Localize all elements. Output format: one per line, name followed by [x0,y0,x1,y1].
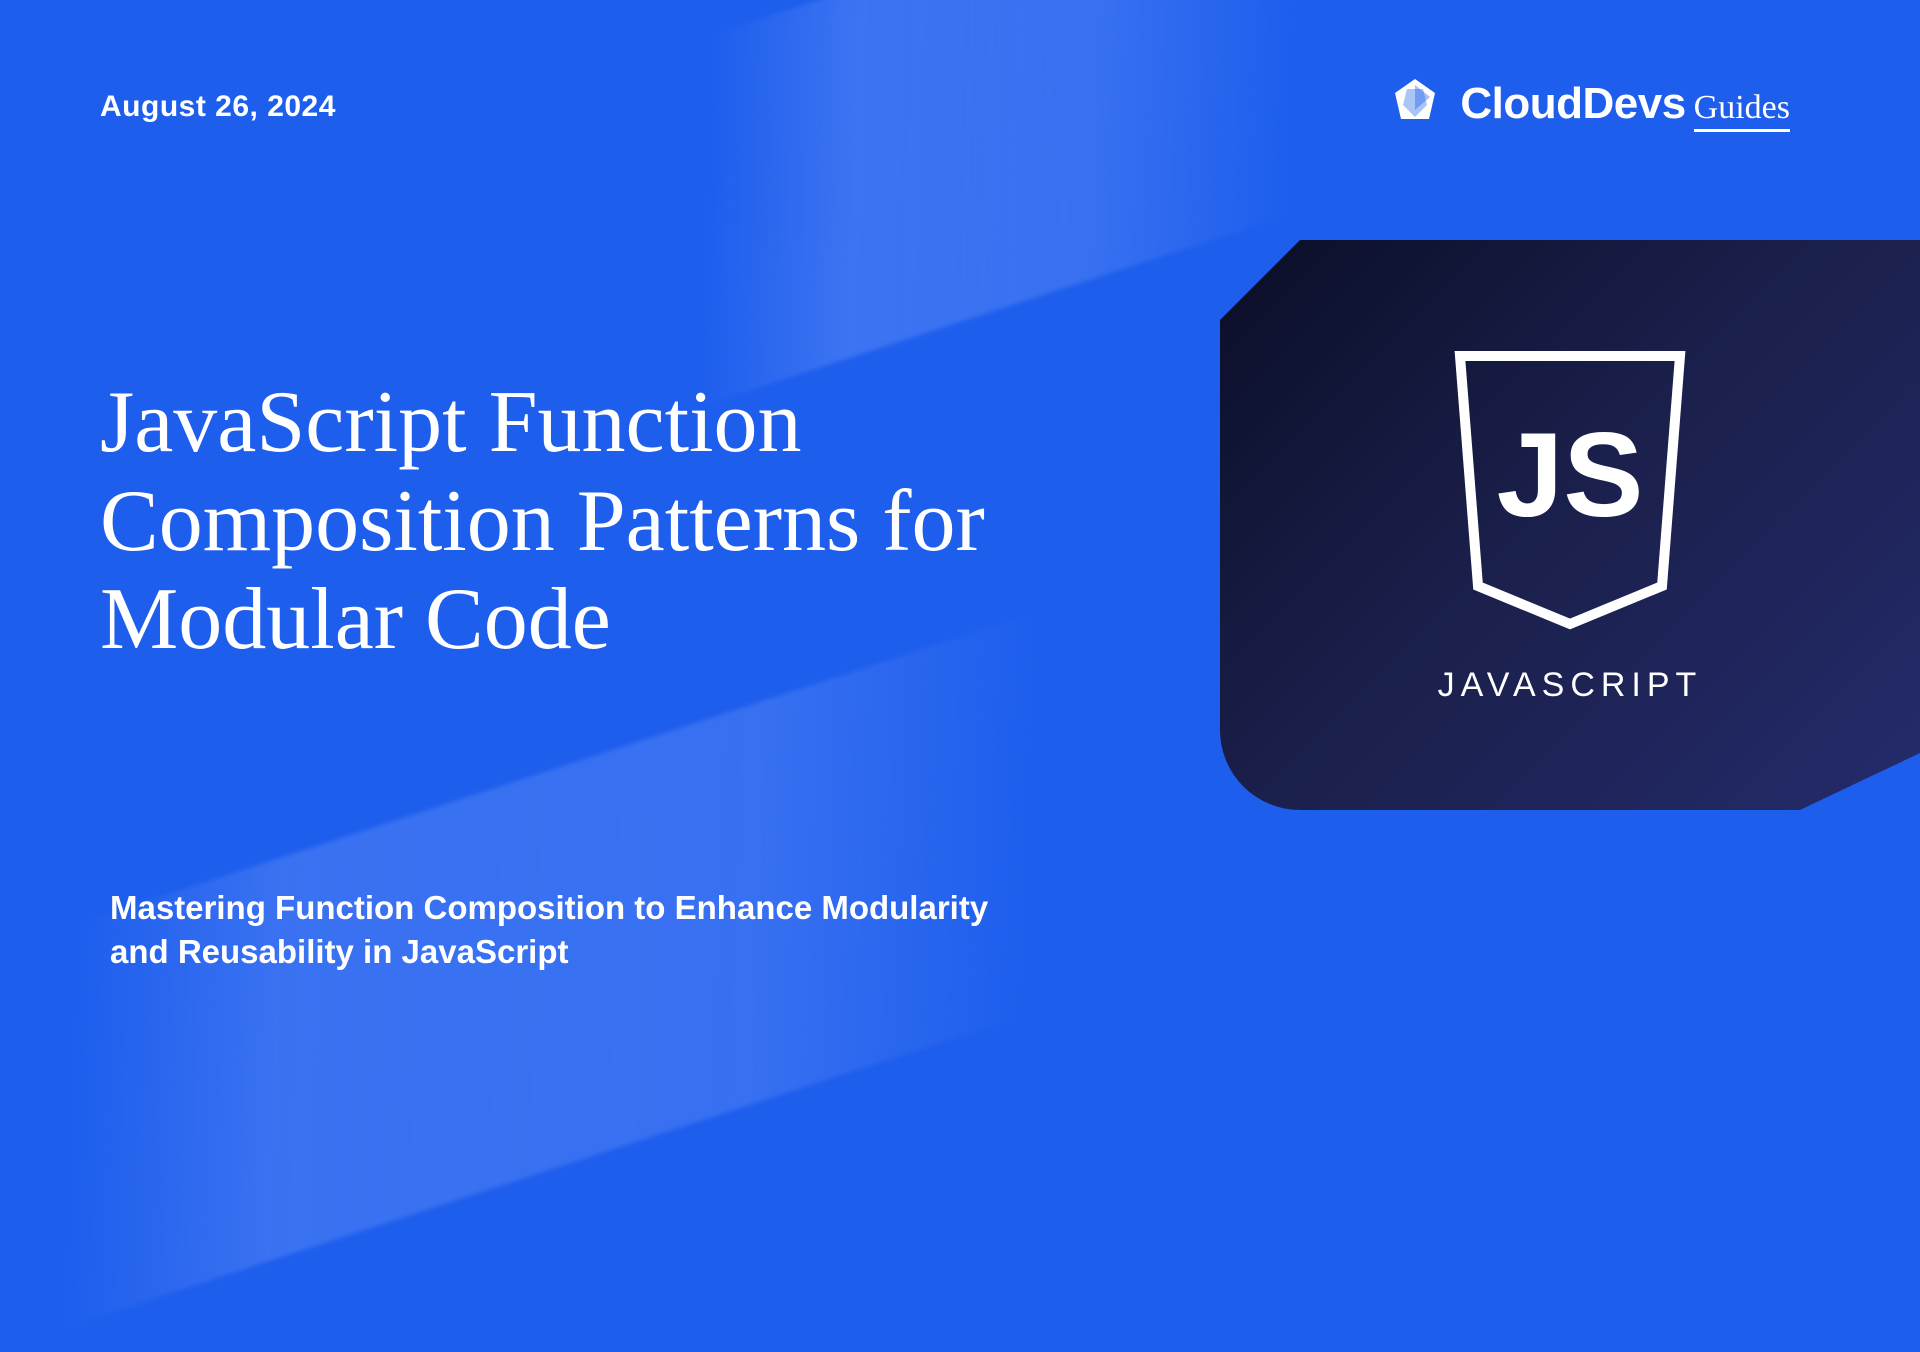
brand-name: CloudDevs [1460,79,1685,129]
page-subtitle: Mastering Function Composition to Enhanc… [110,886,1030,975]
page-title: JavaScript Function Composition Patterns… [100,374,1050,670]
brand-suffix: Guides [1694,89,1790,132]
clouddevs-logo-icon [1385,75,1445,135]
content-wrapper: August 26, 2024 CloudDevs Guides JavaScr… [0,0,1920,1080]
brand-text: CloudDevs Guides [1460,79,1790,132]
brand-logo-area: CloudDevs Guides [1385,75,1790,135]
